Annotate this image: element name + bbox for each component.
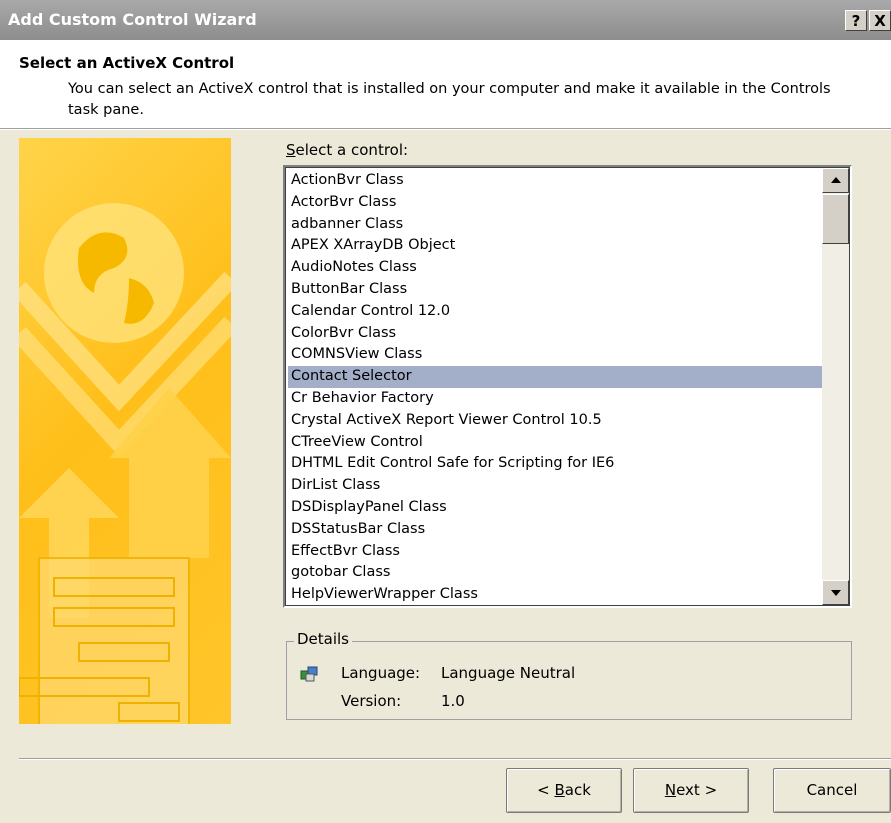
arrow-down-icon <box>831 590 841 596</box>
language-label: Language: <box>341 664 421 682</box>
list-item[interactable]: adbanner Class <box>288 214 826 236</box>
list-item[interactable]: DHTML Edit Control Safe for Scripting fo… <box>288 453 826 475</box>
list-item[interactable]: Cr Behavior Factory <box>288 388 826 410</box>
list-item[interactable]: DirList Class <box>288 475 826 497</box>
controls-listbox[interactable]: ActionBvr Class ActorBvr Class adbanner … <box>283 165 852 608</box>
close-button[interactable]: X <box>869 10 891 31</box>
scroll-thumb[interactable] <box>822 194 849 244</box>
scroll-up-button[interactable] <box>822 168 849 193</box>
list-item[interactable]: DSStatusBar Class <box>288 519 826 541</box>
controls-list: ActionBvr Class ActorBvr Class adbanner … <box>288 170 826 606</box>
list-item[interactable]: ColorBvr Class <box>288 323 826 345</box>
back-button[interactable]: < Back <box>506 768 622 813</box>
list-item[interactable]: COMNSView Class <box>288 344 826 366</box>
list-item[interactable]: ButtonBar Class <box>288 279 826 301</box>
list-item[interactable]: CTreeView Control <box>288 432 826 454</box>
control-component-icon <box>300 666 318 682</box>
list-scrollbar[interactable] <box>822 168 849 605</box>
version-value: 1.0 <box>441 692 465 710</box>
next-button[interactable]: Next > <box>633 768 749 813</box>
details-legend: Details <box>294 630 353 648</box>
list-item[interactable]: ActionBvr Class <box>288 170 826 192</box>
list-item[interactable]: ActorBvr Class <box>288 192 826 214</box>
list-item[interactable]: APEX XArrayDB Object <box>288 235 826 257</box>
list-item[interactable]: gotobar Class <box>288 562 826 584</box>
version-label: Version: <box>341 692 402 710</box>
wizard-banner-image <box>19 138 231 724</box>
list-item[interactable]: Calendar Control 12.0 <box>288 301 826 323</box>
list-item-selected[interactable]: Contact Selector <box>288 366 826 388</box>
list-item[interactable]: DSDisplayPanel Class <box>288 497 826 519</box>
header-divider <box>0 128 891 130</box>
arrow-up-icon <box>831 177 841 183</box>
language-value: Language Neutral <box>441 664 576 682</box>
wizard-header: Select an ActiveX Control You can select… <box>0 40 891 130</box>
footer-divider <box>19 758 891 760</box>
page-title: Select an ActiveX Control <box>19 54 235 72</box>
list-item[interactable]: HelpViewerWrapper Class <box>288 584 826 606</box>
scroll-down-button[interactable] <box>822 580 849 605</box>
list-item[interactable]: EffectBvr Class <box>288 541 826 563</box>
page-description: You can select an ActiveX control that i… <box>68 81 831 118</box>
list-item[interactable]: Crystal ActiveX Report Viewer Control 10… <box>288 410 826 432</box>
title-bar: Add Custom Control Wizard ? X <box>0 0 891 40</box>
select-control-label: Select a control: <box>286 141 409 159</box>
banner-graphic <box>19 203 231 724</box>
help-button[interactable]: ? <box>845 10 867 31</box>
list-item[interactable]: AudioNotes Class <box>288 257 826 279</box>
window-title: Add Custom Control Wizard <box>8 10 257 29</box>
cancel-button[interactable]: Cancel <box>773 768 891 813</box>
